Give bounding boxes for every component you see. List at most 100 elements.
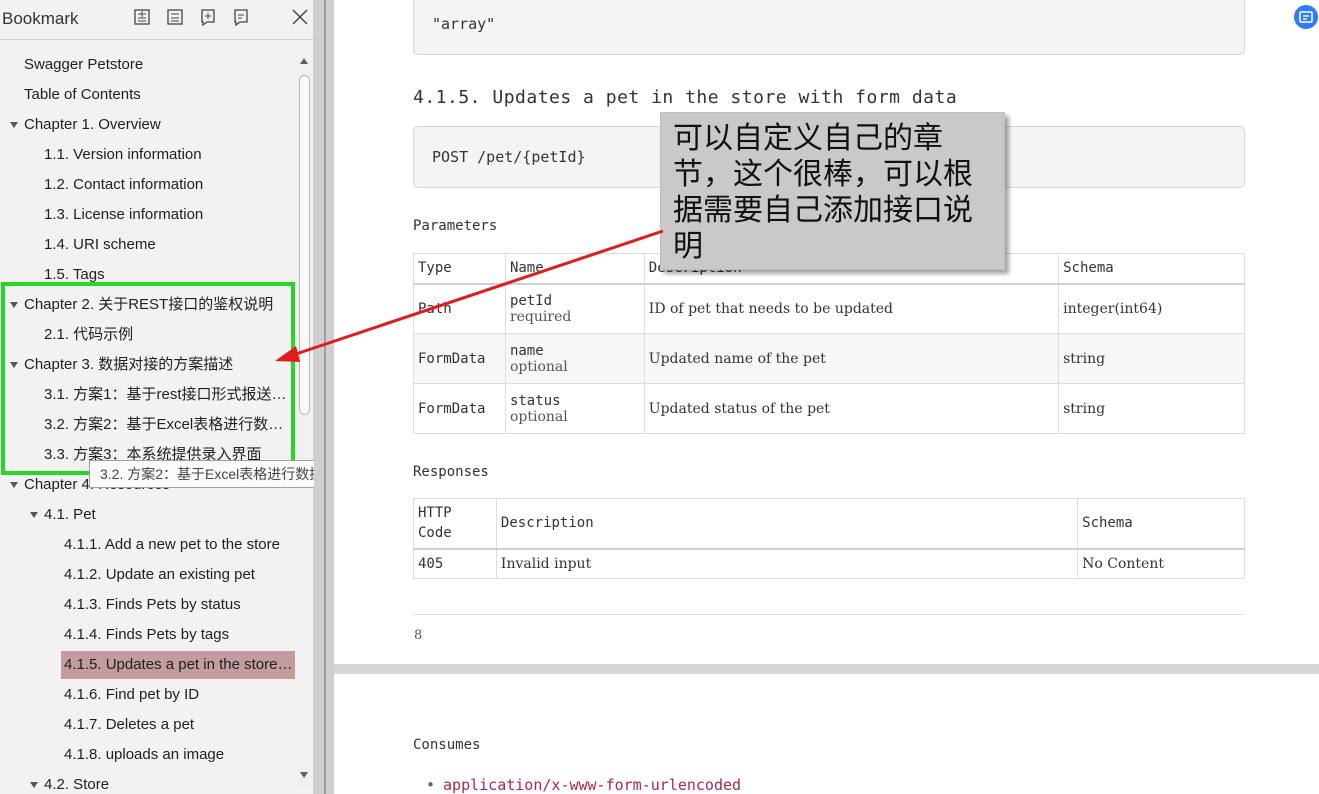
bookmark-icon[interactable] xyxy=(231,7,251,27)
callout-text: 可以自定义自己的章节，这个很棒，可以根据需要自己添加接口说明 xyxy=(673,121,973,264)
sidebar-item[interactable]: 3.1. 方案1：基于rest接口形式报送数据 xyxy=(44,381,296,409)
param-description: Updated name of the pet xyxy=(643,333,1060,384)
bookmark-panel-title: Bookmark xyxy=(2,9,79,28)
scroll-down-icon[interactable] xyxy=(300,772,308,778)
param-type: FormData xyxy=(413,333,506,384)
param-description: Updated status of the pet xyxy=(643,383,1060,434)
table-row: FormData name optional Updated name of th… xyxy=(413,333,1245,384)
param-name-cell: petId required xyxy=(504,283,645,334)
document-page: Consumes • application/x-www-form-urlenco… xyxy=(334,674,1319,794)
param-schema: integer(int64) xyxy=(1058,283,1245,334)
app-switch-icon[interactable] xyxy=(1294,5,1318,29)
sidebar-item[interactable]: 4.1.1. Add a new pet to the store xyxy=(64,531,296,559)
sidebar-item-label: 4.1. Pet xyxy=(44,506,96,523)
param-schema: string xyxy=(1058,333,1245,384)
param-name-cell: name optional xyxy=(504,333,645,384)
table-row: 405 Invalid input No Content xyxy=(413,548,1245,579)
param-schema: string xyxy=(1058,383,1245,434)
bookmark-tree: Swagger Petstore Table of Contents Chapter… xyxy=(0,48,296,794)
response-schema: No Content xyxy=(1077,548,1245,579)
sidebar-scroll-thumb[interactable] xyxy=(299,75,310,415)
sidebar-item-label: 2.1. 代码示例 xyxy=(44,326,134,343)
sidebar-item-label: 1.1. Version information xyxy=(44,146,202,163)
sidebar-item[interactable]: 1.3. License information xyxy=(44,201,296,229)
param-name: status xyxy=(509,392,561,409)
expand-toggle-icon[interactable] xyxy=(10,362,18,368)
sidebar-item[interactable]: 4.1.5. Updates a pet in the store with f… xyxy=(61,651,295,679)
sidebar-item-label: 4.1.6. Find pet by ID xyxy=(64,686,200,703)
bullet-icon: • xyxy=(426,776,436,794)
expand-toggle-icon[interactable] xyxy=(30,782,38,788)
add-bookmark-icon[interactable] xyxy=(198,7,218,27)
sidebar-item[interactable]: Chapter 3. 数据对接的方案描述 xyxy=(24,351,296,379)
collapse-all-icon[interactable] xyxy=(165,7,185,27)
consumes-item: application/x-www-form-urlencoded xyxy=(443,776,742,794)
sidebar-item[interactable]: 4.1.8. uploads an image xyxy=(64,741,296,769)
sidebar-item-label: 1.5. Tags xyxy=(44,266,105,283)
document-page: "array" 4.1.5. Updates a pet in the stor… xyxy=(334,0,1319,664)
sidebar-item[interactable]: 2.1. 代码示例 xyxy=(44,321,296,349)
param-required: optional xyxy=(509,408,568,425)
sidebar-item-label: 4.1.4. Finds Pets by tags xyxy=(64,626,230,643)
sidebar-item-label: Table of Contents xyxy=(24,86,141,103)
sidebar-item-label: 4.1.8. uploads an image xyxy=(64,746,225,763)
sidebar-item-label: Chapter 2. 关于REST接口的鉴权说明 xyxy=(24,296,274,313)
param-type: FormData xyxy=(413,383,506,434)
sidebar-item[interactable]: Chapter 2. 关于REST接口的鉴权说明 xyxy=(24,291,296,319)
sidebar-item[interactable]: 4.1.7. Deletes a pet xyxy=(64,711,296,739)
column-header: Schema xyxy=(1058,253,1245,285)
sidebar-item-label: 3.1. 方案1：基于rest接口形式报送数据 xyxy=(44,386,296,403)
sidebar-item-label: 1.2. Contact information xyxy=(44,176,204,193)
sidebar-item[interactable]: 1.1. Version information xyxy=(44,141,296,169)
sidebar-item-label: Chapter 1. Overview xyxy=(24,116,161,133)
parameters-table: Type Name Description Schema Path petIdr… xyxy=(413,253,1245,434)
close-icon[interactable] xyxy=(290,7,310,27)
page-footer-rule xyxy=(413,614,1245,615)
code-text: "array" xyxy=(432,15,496,33)
sidebar-item-label: 4.1.1. Add a new pet to the store xyxy=(64,536,280,553)
sidebar-item[interactable]: 4.1. Pet xyxy=(44,501,296,529)
param-name: name xyxy=(509,342,544,359)
table-row: Path petId required ID of pet that needs … xyxy=(413,283,1245,334)
expand-toggle-icon[interactable] xyxy=(30,512,38,518)
sidebar-item-label: 4.1.7. Deletes a pet xyxy=(64,716,195,733)
sidebar-item[interactable]: 3.2. 方案2：基于Excel表格进行数据导出和导入 xyxy=(44,411,296,439)
param-type: Path xyxy=(413,283,506,334)
sidebar-item[interactable]: 4.1.3. Finds Pets by status xyxy=(64,591,296,619)
expand-all-icon[interactable] xyxy=(132,7,152,27)
param-name-cell: status optional xyxy=(504,383,645,434)
param-description: ID of pet that needs to be updated xyxy=(643,283,1060,334)
sidebar-item-label: 4.1.3. Finds Pets by status xyxy=(64,596,241,613)
expand-toggle-icon[interactable] xyxy=(10,122,18,128)
column-header: Description xyxy=(495,498,1079,550)
endpoint-text: POST /pet/{petId} xyxy=(432,148,586,166)
section-heading: 4.1.5. Updates a pet in the store with f… xyxy=(413,87,958,108)
expand-toggle-icon[interactable] xyxy=(10,482,18,488)
sidebar-item[interactable]: 1.5. Tags xyxy=(44,261,296,289)
param-required: optional xyxy=(509,358,568,375)
sidebar-item[interactable]: 4.1.2. Update an existing pet xyxy=(64,561,296,589)
expand-toggle-icon[interactable] xyxy=(10,302,18,308)
sidebar-item[interactable]: Chapter 1. Overview xyxy=(24,111,296,139)
column-header: Type xyxy=(413,253,506,285)
bookmark-panel-header: Bookmark xyxy=(0,0,314,40)
splitter-line xyxy=(324,0,326,794)
sidebar-item[interactable]: Swagger Petstore xyxy=(24,51,296,79)
sidebar-item[interactable]: Table of Contents xyxy=(24,81,296,109)
consumes-list: • application/x-www-form-urlencoded xyxy=(426,776,741,794)
responses-table: HTTP Code Description Schema 405 Invalid… xyxy=(413,498,1245,579)
scroll-up-icon[interactable] xyxy=(300,58,308,64)
sidebar-item[interactable]: 4.2. Store xyxy=(44,771,296,794)
sidebar-item-label: Chapter 3. 数据对接的方案描述 xyxy=(24,356,234,373)
sidebar-item-label: 1.4. URI scheme xyxy=(44,236,156,253)
sidebar-item-label: 4.1.2. Update an existing pet xyxy=(64,566,255,583)
sidebar-item[interactable]: 1.4. URI scheme xyxy=(44,231,296,259)
response-description: Invalid input xyxy=(495,548,1079,579)
table-row: FormData status optional Updated status o… xyxy=(413,383,1245,434)
sidebar-item[interactable]: 1.2. Contact information xyxy=(44,171,296,199)
sidebar-item[interactable]: 4.1.6. Find pet by ID xyxy=(64,681,296,709)
sidebar-item[interactable]: 4.1.4. Finds Pets by tags xyxy=(64,621,296,649)
parameters-label: Parameters xyxy=(413,218,498,234)
page-number: 8 xyxy=(414,628,423,643)
column-header: Schema xyxy=(1077,498,1245,550)
